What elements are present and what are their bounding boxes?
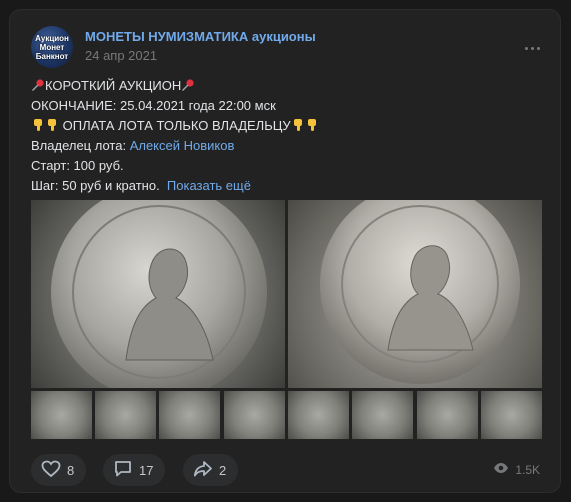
post-actions: 8 17 2 1.5K [31,454,544,486]
post-card: Аукцион Монет Банкнот МОНЕТЫ НУМИЗМАТИКА… [9,9,561,493]
thumbnail-3[interactable] [159,391,220,439]
thumbnail-5[interactable] [288,391,349,439]
post-title-line: КОРОТКИЙ АУКЦИОН [31,76,541,96]
comment-button[interactable]: 17 [103,454,166,486]
avatar[interactable]: Аукцион Монет Банкнот [31,26,73,68]
post-text: КОРОТКИЙ АУКЦИОН ОКОНЧАНИЕ: 25.04.2021 г… [31,76,541,196]
pushpin-icon [181,78,195,92]
post-start-line: Старт: 100 руб. [31,158,124,173]
post-date[interactable]: 24 апр 2021 [85,48,157,63]
heart-icon [41,460,61,481]
share-button[interactable]: 2 [183,454,239,486]
thumbnail-8[interactable] [481,391,542,439]
coin-photo-obverse[interactable] [31,200,285,388]
pushpin-icon [31,78,45,92]
post-end-line: ОКОНЧАНИЕ: 25.04.2021 года 22:00 мск [31,98,276,113]
post-header: Аукцион Монет Банкнот МОНЕТЫ НУМИЗМАТИКА… [31,26,544,74]
post-payment-line: ОПЛАТА ЛОТА ТОЛЬКО ВЛАДЕЛЬЦУ [31,116,541,136]
avatar-text: Аукцион Монет Банкнот [35,33,69,61]
views-count: 1.5K [515,462,540,477]
thumbnail-6[interactable] [352,391,413,439]
like-count: 8 [67,462,75,478]
hand-down-icon [31,118,45,132]
comment-icon [113,460,133,481]
comment-count: 17 [139,462,154,478]
share-icon [193,460,213,481]
thumbnail-7[interactable] [417,391,478,439]
thumbnail-4[interactable] [224,391,285,439]
coin-photo-obverse-2[interactable] [288,200,542,388]
like-button[interactable]: 8 [31,454,87,486]
photo-grid [31,200,542,440]
post-owner-line: Владелец лота: Алексей Новиков [31,138,235,153]
show-more-link[interactable]: Показать ещё [167,178,251,193]
owner-link[interactable]: Алексей Новиков [130,138,235,153]
views-counter: 1.5K [493,462,540,477]
hand-down-icon [291,118,305,132]
post-step-line: Шаг: 50 руб и кратно. Показать ещё [31,178,251,193]
share-count: 2 [219,462,227,478]
more-options-icon[interactable] [520,36,544,60]
thumbnail-1[interactable] [31,391,92,439]
eye-icon [493,462,509,477]
group-name-link[interactable]: МОНЕТЫ НУМИЗМАТИКА аукционы [85,29,316,44]
hand-down-icon [45,118,59,132]
thumbnail-2[interactable] [95,391,156,439]
hand-down-icon [305,118,319,132]
